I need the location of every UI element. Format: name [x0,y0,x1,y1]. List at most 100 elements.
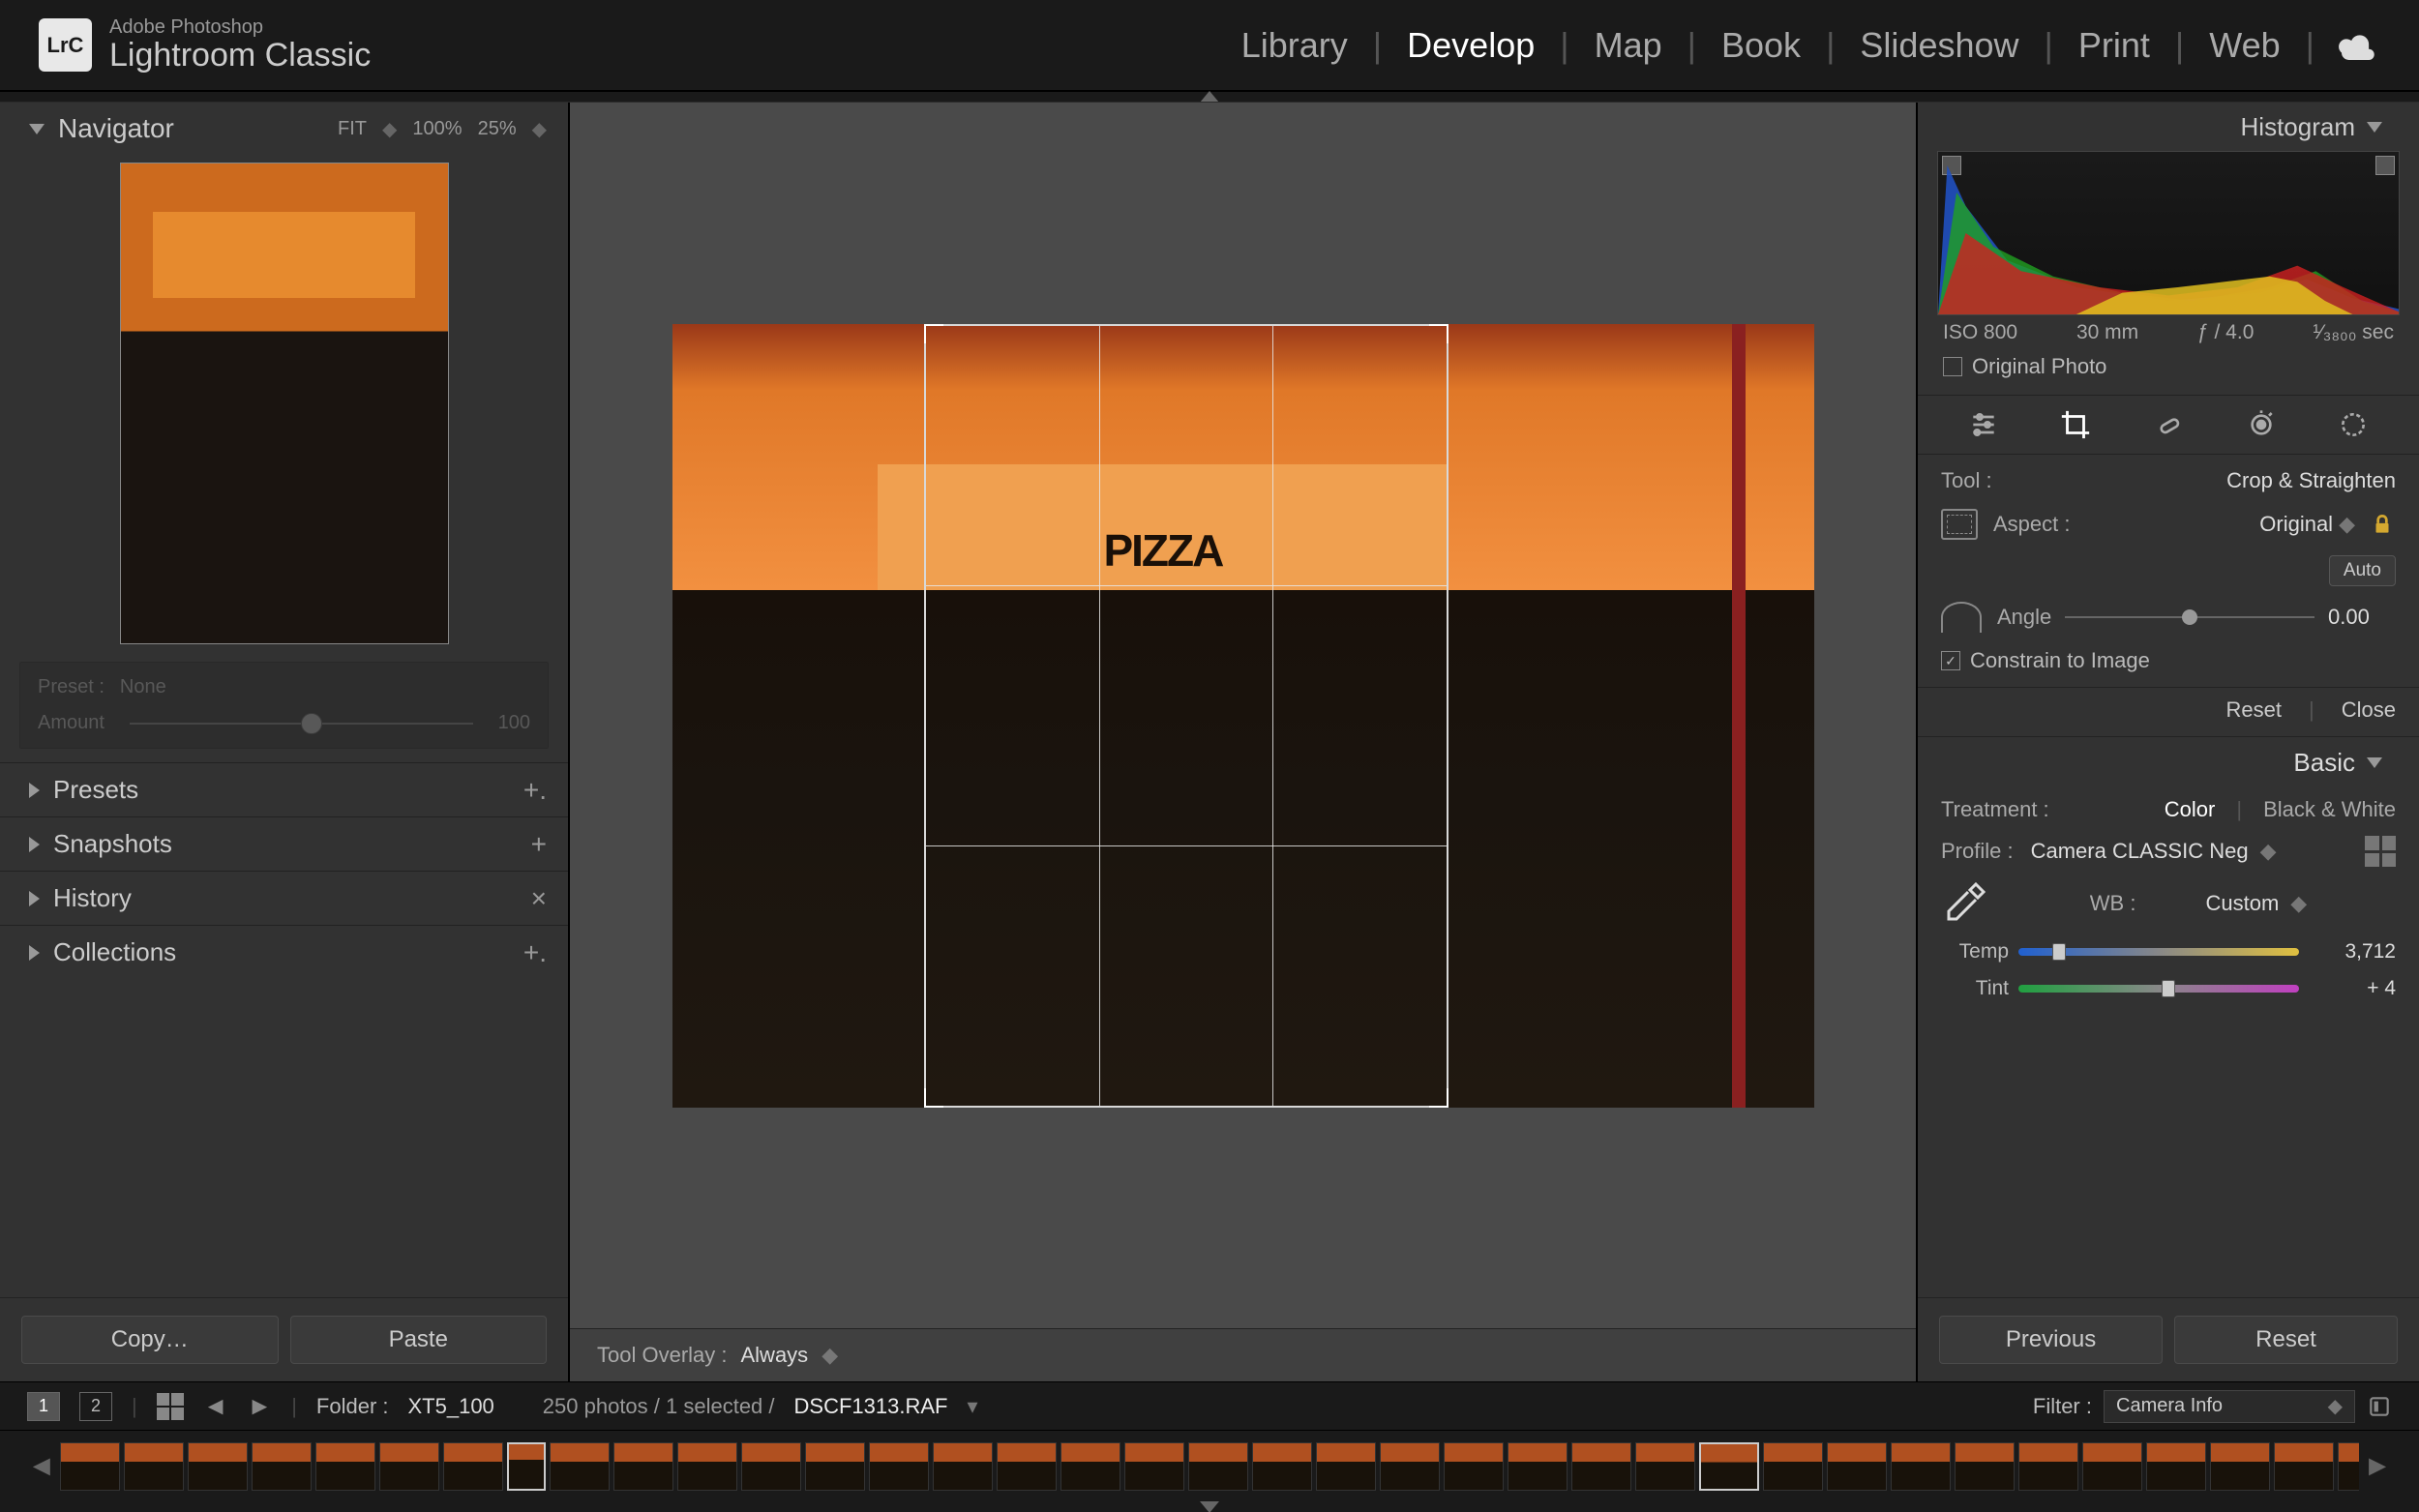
filmstrip-thumb[interactable] [1891,1442,1951,1491]
crop-handle-br[interactable] [1429,1088,1448,1108]
filmstrip-thumb[interactable] [997,1442,1057,1491]
auto-straighten-button[interactable]: Auto [2329,555,2396,586]
filmstrip-thumb[interactable] [2274,1442,2334,1491]
folder-name[interactable]: XT5_100 [408,1394,494,1419]
filmstrip-thumb[interactable] [550,1442,610,1491]
filename[interactable]: DSCF1313.RAF [794,1394,948,1419]
redeye-tool-icon[interactable] [2242,405,2281,444]
filmstrip-thumb[interactable] [507,1442,546,1491]
filter-toggle-icon[interactable] [2367,1394,2392,1419]
tint-value[interactable]: + 4 [2309,977,2396,1000]
module-library[interactable]: Library [1216,25,1373,66]
temp-value[interactable]: 3,712 [2309,940,2396,964]
aspect-value[interactable]: Original [2259,512,2333,537]
amount-slider[interactable] [130,723,473,725]
zoom-25[interactable]: 25% [478,118,517,140]
filmstrip-thumb[interactable] [2018,1442,2078,1491]
view-mode-1[interactable]: 1 [27,1392,60,1421]
filmstrip-thumb[interactable] [1060,1442,1120,1491]
angle-icon[interactable] [1941,602,1982,633]
filmstrip-thumb[interactable] [315,1442,375,1491]
profile-browser-icon[interactable] [2365,836,2396,867]
original-photo-checkbox[interactable] [1943,357,1962,376]
navigator-header[interactable]: Navigator FIT◆ 100% 25%◆ [0,103,568,155]
filmstrip-thumb[interactable] [2338,1442,2360,1491]
angle-slider[interactable] [2065,616,2314,618]
filmstrip-thumb[interactable] [805,1442,865,1491]
aspect-icon[interactable] [1941,509,1978,540]
treatment-color[interactable]: Color [2165,797,2216,822]
module-map[interactable]: Map [1569,25,1687,66]
filmstrip-thumb[interactable] [1827,1442,1887,1491]
module-develop[interactable]: Develop [1382,25,1560,66]
tint-slider[interactable] [2018,985,2299,993]
module-book[interactable]: Book [1696,25,1826,66]
collections-add-button[interactable]: +. [523,937,547,968]
history-section[interactable]: History × [0,871,568,925]
filmstrip-thumb[interactable] [188,1442,248,1491]
presets-section[interactable]: Presets +. [0,762,568,816]
edit-sliders-icon[interactable] [1964,405,2003,444]
healing-tool-icon[interactable] [2149,405,2188,444]
filmstrip-thumb[interactable] [2146,1442,2206,1491]
filmstrip-thumb[interactable] [1444,1442,1504,1491]
grid-view-icon[interactable] [157,1393,184,1420]
wb-value[interactable]: Custom [2205,891,2279,916]
crop-tool-icon[interactable] [2056,405,2095,444]
crop-handle-bl[interactable] [924,1088,943,1108]
crop-handle-tr[interactable] [1429,324,1448,343]
filmstrip-thumb[interactable] [869,1442,929,1491]
filmstrip-thumb[interactable] [741,1442,801,1491]
crop-overlay[interactable] [924,324,1448,1108]
filmstrip-thumb[interactable] [2082,1442,2142,1491]
paste-button[interactable]: Paste [290,1316,548,1364]
histogram-header[interactable]: Histogram [1918,103,2419,151]
filmstrip-thumb[interactable] [1188,1442,1248,1491]
angle-value[interactable]: 0.00 [2328,605,2396,630]
module-web[interactable]: Web [2184,25,2305,66]
filmstrip-thumb[interactable] [933,1442,993,1491]
reset-button[interactable]: Reset [2174,1316,2398,1364]
history-clear-button[interactable]: × [531,883,547,914]
filmstrip-thumb[interactable] [1763,1442,1823,1491]
cloud-sync-icon[interactable] [2332,31,2380,60]
view-mode-2[interactable]: 2 [79,1392,112,1421]
expand-bottom-icon[interactable] [1200,1501,1219,1512]
filmstrip-thumb[interactable] [60,1442,120,1491]
aspect-lock-icon[interactable] [2369,511,2396,538]
filmstrip-thumb[interactable] [1955,1442,2015,1491]
prev-photo-arrow[interactable]: ◄ [203,1391,228,1421]
filmstrip-right-arrow[interactable]: ► [2363,1450,2392,1483]
snapshots-section[interactable]: Snapshots + [0,816,568,871]
filter-dropdown[interactable]: Camera Info ◆ [2104,1390,2355,1423]
filmstrip-thumb[interactable] [677,1442,737,1491]
filmstrip-thumb[interactable] [1571,1442,1631,1491]
wb-eyedropper-icon[interactable] [1941,880,1987,927]
crop-reset-button[interactable]: Reset [2226,697,2282,723]
copy-button[interactable]: Copy… [21,1316,279,1364]
profile-value[interactable]: Camera CLASSIC Neg [2031,839,2249,864]
basic-header[interactable]: Basic [1918,737,2419,787]
filmstrip-thumb[interactable] [1380,1442,1440,1491]
module-slideshow[interactable]: Slideshow [1835,25,2044,66]
crop-handle-tl[interactable] [924,324,943,343]
filmstrip-thumb[interactable] [2210,1442,2270,1491]
filmstrip-thumb[interactable] [1508,1442,1568,1491]
module-print[interactable]: Print [2053,25,2175,66]
next-photo-arrow[interactable]: ► [247,1391,272,1421]
zoom-fit[interactable]: FIT [338,118,367,140]
treatment-bw[interactable]: Black & White [2263,797,2396,822]
presets-add-button[interactable]: +. [523,775,547,806]
navigator-thumbnail[interactable] [120,163,449,644]
filmstrip-thumb[interactable] [1252,1442,1312,1491]
filmstrip-thumb[interactable] [379,1442,439,1491]
filmstrip-thumb[interactable] [443,1442,503,1491]
filmstrip-thumb[interactable] [1124,1442,1184,1491]
filmstrip-left-arrow[interactable]: ◄ [27,1450,56,1483]
collections-section[interactable]: Collections +. [0,925,568,979]
filmstrip-thumb[interactable] [1635,1442,1695,1491]
filmstrip-thumb[interactable] [252,1442,312,1491]
image-canvas[interactable]: PIZZA [570,103,1916,1328]
temp-slider[interactable] [2018,948,2299,956]
constrain-checkbox[interactable]: ✓ [1941,651,1960,670]
